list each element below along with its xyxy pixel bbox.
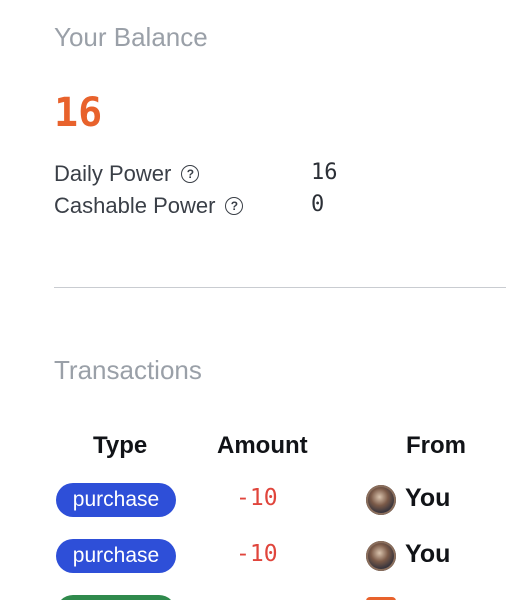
- daily-power-label: Daily Power: [54, 161, 172, 186]
- transaction-type-badge[interactable]: purchase: [56, 483, 176, 517]
- column-header-from: From: [406, 432, 466, 459]
- transaction-amount: -10: [236, 541, 278, 567]
- question-circle-icon[interactable]: ?: [225, 197, 244, 215]
- balance-value: 16: [54, 90, 103, 136]
- transaction-amount: -10: [236, 485, 278, 511]
- user-avatar[interactable]: [366, 485, 396, 515]
- transaction-type-badge[interactable]: purchase: [56, 539, 176, 573]
- column-header-type: Type: [93, 432, 148, 459]
- cashable-power-value: 0: [311, 192, 325, 217]
- daily-power-value: 16: [311, 160, 338, 185]
- transaction-from-user[interactable]: You: [405, 484, 450, 513]
- table-row: purchase -10 You: [0, 482, 506, 518]
- transactions-section-title: Transactions: [54, 355, 202, 385]
- transaction-from-user[interactable]: You: [405, 540, 450, 569]
- column-header-amount: Amount: [217, 432, 308, 459]
- question-circle-icon[interactable]: ?: [181, 165, 200, 183]
- balance-section-title: Your Balance: [54, 22, 208, 52]
- user-avatar[interactable]: [366, 541, 396, 571]
- section-divider: [54, 287, 506, 288]
- cashable-power-label: Cashable Power: [54, 193, 216, 218]
- table-row: purchase -10 You: [0, 538, 506, 574]
- daily-power-row: Daily Power ?: [54, 160, 200, 188]
- table-row: [0, 594, 506, 600]
- cashable-power-row: Cashable Power ?: [54, 192, 244, 220]
- page: Your Balance 16 Daily Power ? 16 Cashabl…: [0, 0, 506, 600]
- transaction-type-badge[interactable]: [56, 595, 176, 600]
